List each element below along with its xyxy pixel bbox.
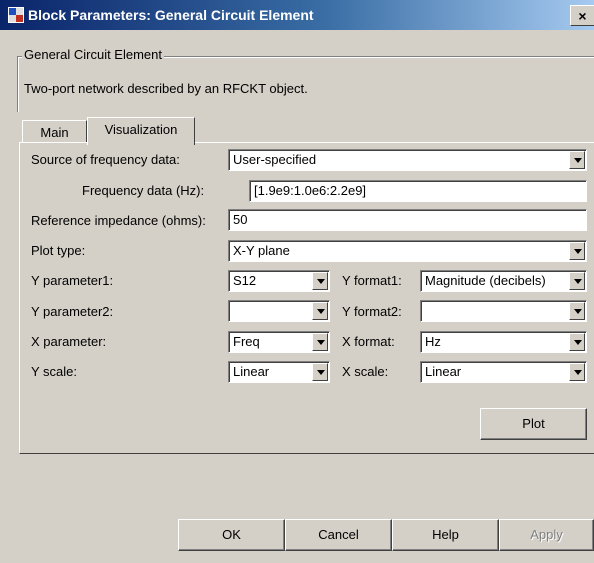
yparam1-label: Y parameter1: [31, 273, 114, 288]
yscale-select[interactable]: Linear [228, 361, 330, 383]
apply-button[interactable]: Apply [499, 519, 594, 551]
window-title: Block Parameters: General Circuit Elemen… [28, 7, 314, 23]
chevron-down-icon[interactable] [569, 302, 585, 320]
xformat-select[interactable]: Hz [420, 331, 587, 353]
yformat1-label: Y format1: [342, 273, 402, 288]
xscale-label: X scale: [342, 364, 389, 379]
simulink-block-icon [8, 7, 24, 23]
xparam-value: Freq [233, 334, 260, 349]
source-label: Source of frequency data: [31, 152, 180, 167]
yparam1-select[interactable]: S12 [228, 270, 330, 292]
plottype-value: X-Y plane [233, 243, 290, 258]
plot-button[interactable]: Plot [480, 408, 587, 440]
group-legend: General Circuit Element [22, 47, 164, 62]
xformat-label: X format: [342, 334, 395, 349]
yformat1-select[interactable]: Magnitude (decibels) [420, 270, 587, 292]
xformat-value: Hz [425, 334, 441, 349]
chevron-down-icon[interactable] [569, 151, 585, 169]
yformat1-value: Magnitude (decibels) [425, 273, 546, 288]
plottype-select[interactable]: X-Y plane [228, 240, 587, 262]
chevron-down-icon[interactable] [569, 272, 585, 290]
xparam-label: X parameter: [31, 334, 107, 349]
chevron-down-icon[interactable] [312, 302, 328, 320]
close-button[interactable]: × [570, 5, 594, 26]
yparam2-label: Y parameter2: [31, 304, 114, 319]
tab-main[interactable]: Main [22, 120, 87, 143]
xscale-select[interactable]: Linear [420, 361, 587, 383]
xparam-select[interactable]: Freq [228, 331, 330, 353]
help-button[interactable]: Help [392, 519, 499, 551]
ok-button[interactable]: OK [178, 519, 285, 551]
chevron-down-icon[interactable] [312, 272, 328, 290]
yformat2-label: Y format2: [342, 304, 402, 319]
title-bar: Block Parameters: General Circuit Elemen… [0, 0, 594, 30]
chevron-down-icon[interactable] [312, 363, 328, 381]
chevron-down-icon[interactable] [569, 242, 585, 260]
chevron-down-icon[interactable] [569, 363, 585, 381]
yparam1-value: S12 [233, 273, 257, 288]
tab-visualization[interactable]: Visualization [87, 117, 195, 145]
cancel-button[interactable]: Cancel [285, 519, 392, 551]
refimp-input[interactable]: 50 [228, 209, 587, 231]
xscale-value: Linear [425, 364, 462, 379]
chevron-down-icon[interactable] [312, 333, 328, 351]
frequency-label: Frequency data (Hz): [82, 183, 205, 198]
yscale-label: Y scale: [31, 364, 78, 379]
yparam2-select[interactable] [228, 300, 330, 322]
source-value: User-specified [233, 152, 317, 167]
chevron-down-icon[interactable] [569, 333, 585, 351]
plottype-label: Plot type: [31, 243, 86, 258]
source-select[interactable]: User-specified [228, 149, 587, 171]
frequency-input[interactable]: [1.9e9:1.0e6:2.2e9] [249, 180, 587, 202]
block-description-group: General Circuit Element Two-port network… [17, 47, 594, 112]
refimp-label: Reference impedance (ohms): [31, 213, 206, 228]
block-description: Two-port network described by an RFCKT o… [24, 81, 308, 96]
yformat2-select[interactable] [420, 300, 587, 322]
yscale-value: Linear [233, 364, 270, 379]
